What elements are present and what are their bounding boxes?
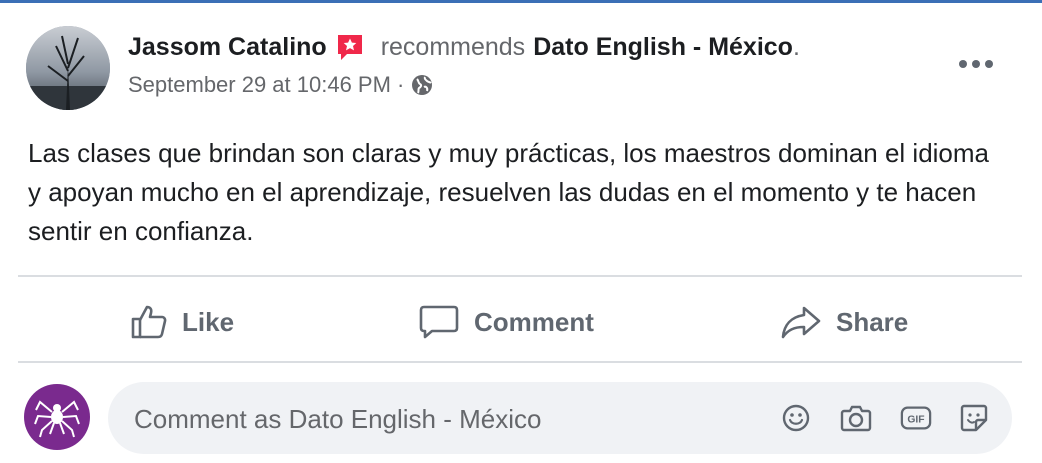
emoji-icon[interactable]: [780, 402, 812, 434]
post-header: Jassom Catalino recommends Dato English …: [26, 24, 1026, 114]
divider-bottom: [18, 361, 1022, 363]
comment-icon: [419, 305, 459, 339]
post-actions: Like Comment Share: [0, 290, 1042, 354]
spider-logo-icon: [34, 400, 80, 438]
recommends-text: recommends: [380, 32, 526, 61]
post-card: Jassom Catalino recommends Dato English …: [0, 0, 1042, 463]
divider-top: [18, 275, 1022, 277]
share-icon: [781, 306, 821, 339]
comment-box: GIF: [108, 382, 1012, 456]
camera-icon[interactable]: [840, 402, 872, 434]
post-title-line: Jassom Catalino recommends Dato English …: [128, 32, 800, 62]
post-body: Las clases que brindan son claras y muy …: [28, 138, 990, 246]
share-button[interactable]: Share: [780, 298, 908, 346]
author-name[interactable]: Jassom Catalino: [128, 33, 327, 62]
comment-label: Comment: [474, 306, 594, 337]
share-label: Share: [836, 306, 909, 337]
recommend-icon: [335, 32, 365, 62]
comment-button[interactable]: Comment: [418, 298, 594, 346]
author-avatar[interactable]: [26, 26, 110, 110]
meta-separator: ·: [396, 72, 405, 97]
globe-icon: [410, 73, 434, 97]
gif-icon[interactable]: GIF: [900, 402, 932, 434]
comment-input[interactable]: [132, 382, 736, 456]
more-options-icon[interactable]: [956, 52, 996, 76]
page-avatar[interactable]: [24, 384, 90, 450]
like-label: Like: [182, 306, 235, 337]
post-meta: September 29 at 10:46 PM ·: [128, 72, 434, 98]
comment-composer: GIF: [0, 376, 1042, 456]
like-button[interactable]: Like: [130, 298, 234, 346]
like-icon: [131, 305, 167, 339]
sticker-icon[interactable]: [958, 402, 990, 434]
page-name-link[interactable]: Dato English - México: [533, 33, 793, 62]
title-period: .: [792, 32, 800, 61]
post-timestamp[interactable]: September 29 at 10:46 PM: [128, 72, 391, 98]
svg-text:GIF: GIF: [907, 415, 924, 426]
